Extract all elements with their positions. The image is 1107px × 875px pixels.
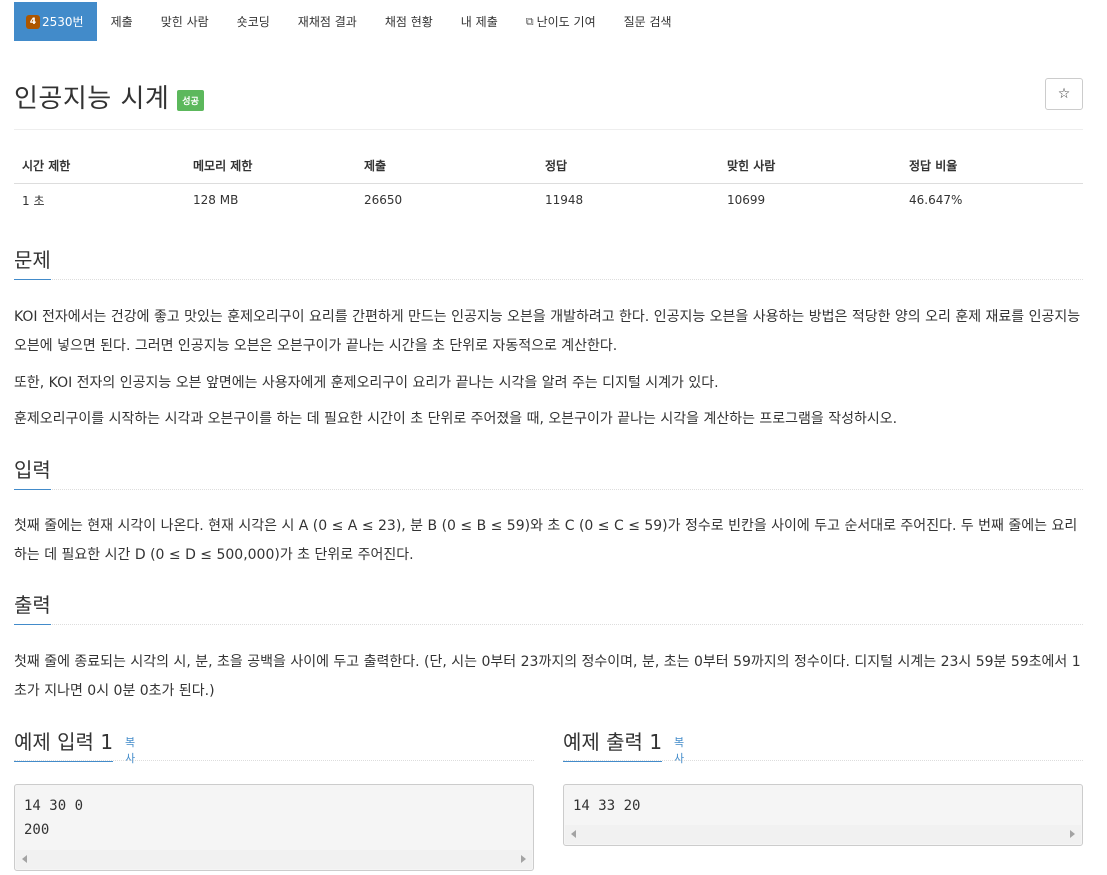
problem-nav: 4 2530번 제출 맞힌 사람 숏코딩 재채점 결과 채점 현황 내 제출 ⧉… [14, 2, 686, 41]
tab-difficulty-contribution[interactable]: ⧉ 난이도 기여 [512, 2, 610, 41]
problem-heading: 문제 [14, 244, 51, 280]
memory-limit-value: 128 MB [193, 193, 239, 207]
divider [563, 760, 1083, 761]
divider [14, 489, 1083, 490]
problem-info-table: 시간 제한 메모리 제한 제출 정답 맞힌 사람 정답 비율 1 초 128 M… [14, 148, 1083, 217]
input-description: 첫째 줄에는 현재 시각이 나온다. 현재 시각은 시 A (0 ≤ A ≤ 2… [14, 518, 1078, 563]
sample-input-text: 14 30 0 200 [24, 798, 84, 838]
tab-submit[interactable]: 제출 [97, 2, 147, 41]
header-accept-ratio: 정답 비율 [901, 148, 1083, 184]
header-submissions: 제출 [356, 148, 537, 184]
sample-input-header: 예제 입력 1 복사 [14, 726, 135, 765]
tab-problem[interactable]: 4 2530번 [14, 2, 97, 41]
tab-difficulty-label: 난이도 기여 [536, 15, 596, 29]
header-solvers: 맞힌 사람 [719, 148, 901, 184]
sample-output-box[interactable]: 14 33 20 [563, 784, 1083, 846]
sample-output-header: 예제 출력 1 복사 [563, 726, 684, 765]
horizontal-scrollbar[interactable] [565, 825, 1081, 844]
scroll-left-arrow-icon[interactable] [22, 855, 27, 863]
problem-section-header: 문제 [14, 244, 1083, 280]
output-heading: 출력 [14, 589, 51, 625]
tab-rejudge-results[interactable]: 재채점 결과 [284, 2, 371, 41]
tab-problem-label: 2530번 [42, 15, 84, 29]
favorite-star-button[interactable]: ☆ [1045, 78, 1083, 110]
divider [14, 760, 534, 761]
sample-input-heading: 예제 입력 1 [14, 726, 114, 762]
copy-output-link[interactable]: 복사 [674, 734, 684, 766]
scroll-left-arrow-icon[interactable] [571, 830, 576, 838]
problem-description-p1: KOI 전자에서는 건강에 좋고 맛있는 훈제오리구이 요리를 간편하게 만드는… [14, 309, 1081, 354]
scroll-right-arrow-icon[interactable] [1070, 830, 1075, 838]
scroll-right-arrow-icon[interactable] [521, 855, 526, 863]
input-section-header: 입력 [14, 454, 1083, 490]
divider [14, 279, 1083, 280]
header-time-limit: 시간 제한 [14, 148, 185, 184]
divider [14, 129, 1083, 130]
status-badge: 성공 [177, 90, 204, 111]
sample-input-box[interactable]: 14 30 0 200 [14, 784, 534, 871]
external-link-icon: ⧉ [525, 14, 534, 28]
output-section-header: 출력 [14, 589, 1083, 625]
sample-output-text: 14 33 20 [573, 798, 641, 814]
sample-output-heading: 예제 출력 1 [563, 726, 663, 762]
horizontal-scrollbar[interactable] [16, 850, 532, 869]
time-limit-value: 1 초 [22, 193, 45, 208]
accepted-value: 11948 [545, 193, 584, 207]
tab-question-search[interactable]: 질문 검색 [610, 2, 686, 41]
tab-my-submissions[interactable]: 내 제출 [447, 2, 512, 41]
tier-badge-icon: 4 [26, 14, 40, 29]
tab-status[interactable]: 채점 현황 [371, 2, 447, 41]
copy-input-link[interactable]: 복사 [125, 734, 135, 766]
output-description: 첫째 줄에 종료되는 시각의 시, 분, 초을 공백을 사이에 두고 출력한다.… [14, 654, 1081, 699]
problem-description-p2: 또한, KOI 전자의 인공지능 오븐 앞면에는 사용자에게 훈제오리구이 요리… [14, 375, 719, 391]
divider [14, 624, 1083, 625]
header-accepted: 정답 [537, 148, 719, 184]
problem-description-p3: 훈제오리구이를 시작하는 시각과 오븐구이를 하는 데 필요한 시간이 초 단위… [14, 411, 898, 427]
header-memory-limit: 메모리 제한 [185, 148, 356, 184]
tab-short-coding[interactable]: 숏코딩 [223, 2, 284, 41]
input-heading: 입력 [14, 454, 51, 490]
tab-solvers[interactable]: 맞힌 사람 [147, 2, 223, 41]
solvers-value: 10699 [727, 193, 766, 207]
star-icon: ☆ [1057, 86, 1071, 102]
problem-title-row: 인공지능 시계 성공 [14, 78, 204, 115]
submissions-value: 26650 [364, 193, 403, 207]
table-row: 1 초 128 MB 26650 11948 10699 46.647% [14, 183, 1083, 217]
page-title: 인공지능 시계 [14, 84, 170, 114]
accept-ratio-value: 46.647% [909, 193, 963, 207]
table-header-row: 시간 제한 메모리 제한 제출 정답 맞힌 사람 정답 비율 [14, 148, 1083, 184]
